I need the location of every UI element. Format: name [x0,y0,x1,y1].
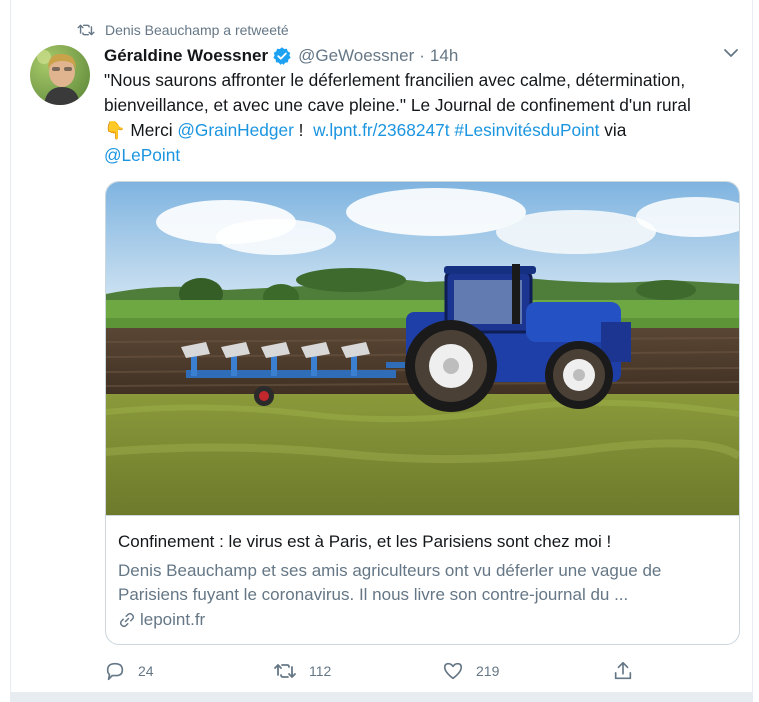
tweet-text-line-1: "Nous saurons affronter le déferlement f… [104,70,686,90]
hashtag-link[interactable]: #LesinvitésduPoint [454,120,599,140]
like-count: 219 [476,663,500,679]
timeline-border-left [10,0,11,702]
like-button[interactable]: 219 [442,660,499,682]
card-domain[interactable]: lepoint.fr [118,610,205,630]
share-icon [614,661,632,680]
link-preview-card[interactable]: Confinement : le virus est à Paris, et l… [105,181,740,645]
avatar[interactable] [30,45,90,105]
tweet-text-line-2: bienveillance, et avec une cave pleine."… [104,95,691,115]
author-handle[interactable]: @GeWoessner [298,46,414,66]
timeline-border-right [752,0,753,702]
merci-text: Merci [125,120,178,140]
pointing-down-emoji: 👇 [104,120,126,140]
retweet-count: 112 [309,663,332,679]
author-name[interactable]: Géraldine Woessner [104,46,268,66]
tweet-header: Géraldine Woessner @GeWoessner · 14h [104,45,458,67]
retweet-icon [77,24,95,36]
tweet-actions: 24 112 219 [0,660,759,682]
mention-lepoint[interactable]: @LePoint [104,145,180,165]
share-button[interactable] [612,660,646,682]
verified-badge-icon [273,47,291,65]
chevron-down-icon [724,49,738,57]
tweet-text: "Nous saurons affronter le déferlement f… [104,68,744,168]
card-description-line-2: Parisiens fuyant le coronavirus. Il nous… [118,585,629,604]
more-options-button[interactable] [720,44,742,62]
retweet-icon [274,664,296,678]
avatar-image [30,45,90,105]
tweet-container: Denis Beauchamp a retweeté Géraldine Woe… [0,0,759,702]
retweet-button[interactable]: 112 [273,660,331,682]
header-separator: · [419,46,425,65]
tweet-text-line-3: 👇 Merci @GrainHedger ! w.lpnt.fr/2368247… [104,118,744,143]
article-url-link[interactable]: w.lpnt.fr/2368247t [313,120,449,140]
reply-button[interactable]: 24 [104,660,154,682]
retweet-context-text[interactable]: Denis Beauchamp a retweeté [105,22,289,38]
tweet-divider [10,692,753,702]
tweet-text-line-4: @LePoint [104,143,744,168]
reply-icon [106,662,124,681]
card-title[interactable]: Confinement : le virus est à Paris, et l… [118,532,611,552]
tweet-timestamp[interactable]: 14h [430,46,458,66]
via-text: via [599,120,627,140]
card-domain-text[interactable]: lepoint.fr [140,610,205,630]
link-icon [119,612,135,628]
retweet-context[interactable]: Denis Beauchamp a retweeté [75,20,289,40]
reply-count: 24 [138,663,154,679]
heart-icon [443,662,463,680]
card-description-line-1: Denis Beauchamp et ses amis agriculteurs… [118,561,662,580]
card-image-tractor[interactable] [106,182,739,516]
exclamation-text: ! [293,120,314,140]
card-description: Denis Beauchamp et ses amis agriculteurs… [118,559,718,607]
mention-grainhedger[interactable]: @GrainHedger [177,120,293,140]
